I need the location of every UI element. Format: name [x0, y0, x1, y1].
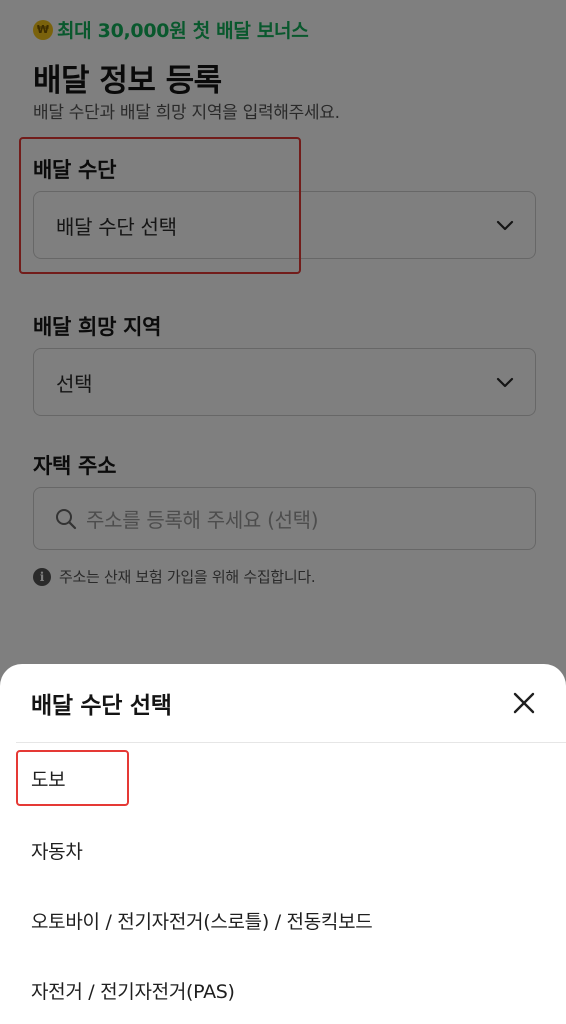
bottom-sheet: 배달 수단 선택 도보 자동차 오토바이 / 전기자전거(스로틀) / 전동킥보…	[0, 664, 566, 1024]
sheet-title: 배달 수단 선택	[31, 693, 172, 719]
highlight-box-walk	[16, 750, 129, 806]
option-motorcycle[interactable]: 오토바이 / 전기자전거(스로틀) / 전동킥보드	[31, 907, 373, 934]
sheet-divider	[16, 742, 566, 743]
option-bicycle[interactable]: 자전거 / 전기자전거(PAS)	[31, 977, 235, 1004]
option-car[interactable]: 자동차	[31, 837, 83, 864]
close-icon[interactable]	[511, 690, 537, 716]
